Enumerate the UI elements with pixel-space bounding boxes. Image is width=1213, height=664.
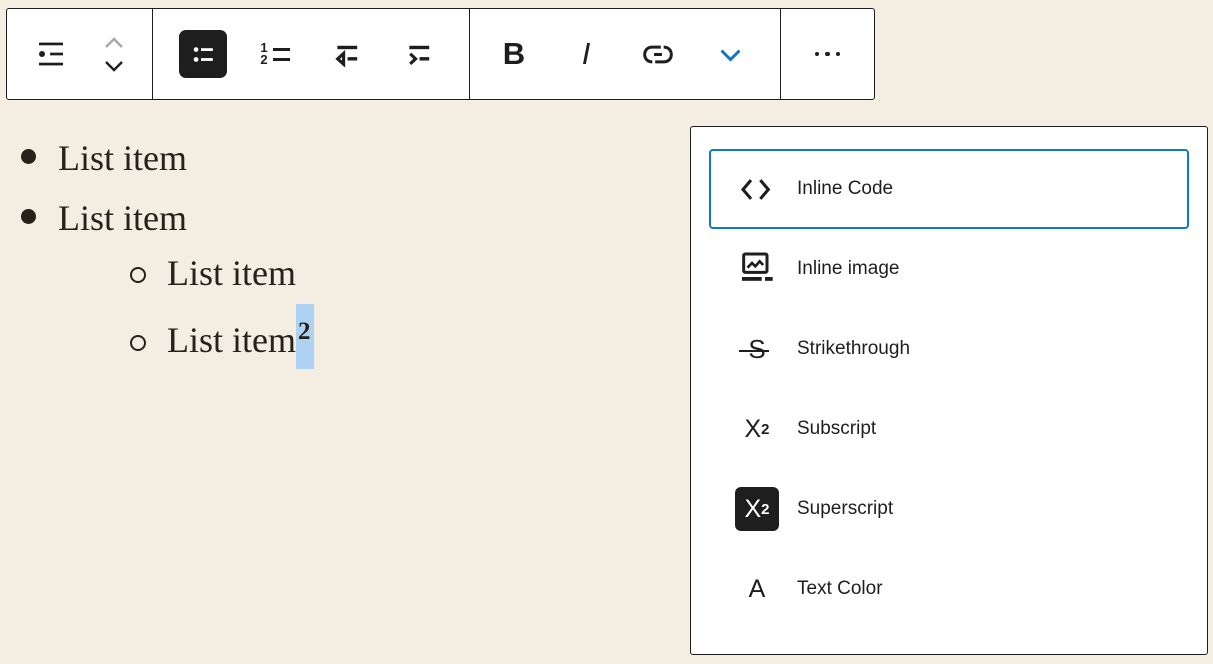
toolbar-group-inline-format: B I (470, 9, 781, 99)
list-item-text[interactable]: List item (58, 140, 187, 176)
ellipsis-icon (815, 52, 841, 57)
formats-dropdown-menu: Inline Code Inline image S Strikethrough… (690, 126, 1208, 655)
indent-icon (402, 41, 436, 67)
options-button[interactable] (792, 10, 864, 98)
numbered-list-icon: 1 2 (260, 42, 289, 66)
italic-icon: I (582, 36, 591, 72)
block-movers (92, 31, 136, 77)
list-bullet (21, 209, 36, 224)
nested-list-bullet (130, 267, 146, 283)
strikethrough-icon: S (735, 334, 779, 365)
nested-list-item-text[interactable]: List item2 (167, 322, 314, 358)
inline-code-icon (735, 176, 779, 203)
subscript-icon: X2 (735, 415, 779, 444)
bold-button[interactable]: B (478, 10, 550, 98)
numbered-list-button[interactable]: 1 2 (239, 10, 311, 98)
outdent-button[interactable] (311, 10, 383, 98)
italic-button[interactable]: I (550, 10, 622, 98)
nested-list-item-text[interactable]: List item (167, 255, 296, 291)
text-color-icon: A (735, 575, 779, 604)
block-toolbar: 1 2 (6, 8, 875, 100)
editor-canvas: 1 2 (0, 0, 1213, 664)
menu-item-label: Inline image (797, 258, 899, 280)
menu-item-subscript[interactable]: X2 Subscript (709, 389, 1189, 469)
list-item-text: List item (167, 320, 296, 360)
menu-item-label: Superscript (797, 498, 893, 520)
indent-button[interactable] (383, 10, 455, 98)
toolbar-group-options (781, 9, 874, 99)
list-item-text[interactable]: List item (58, 200, 187, 236)
menu-item-inline-image[interactable]: Inline image (709, 229, 1189, 309)
toolbar-group-block (7, 9, 153, 99)
menu-item-superscript[interactable]: X2 Superscript (709, 469, 1189, 549)
bulleted-list-icon (179, 30, 227, 78)
list-bullet (21, 149, 36, 164)
menu-item-label: Inline Code (797, 178, 893, 200)
menu-item-text-color[interactable]: A Text Color (709, 549, 1189, 629)
superscript-icon: X2 (735, 487, 779, 531)
move-up-button[interactable] (94, 31, 134, 53)
outdent-icon (330, 41, 364, 67)
list-block-icon (33, 36, 69, 72)
link-icon (641, 43, 675, 66)
chevron-up-icon (102, 35, 126, 50)
menu-item-label: Subscript (797, 418, 876, 440)
menu-item-label: Text Color (797, 578, 883, 600)
bulleted-list-button[interactable] (167, 10, 239, 98)
chevron-down-icon (717, 46, 744, 63)
menu-item-inline-code[interactable]: Inline Code (709, 149, 1189, 229)
nested-list-bullet (130, 335, 146, 351)
inline-image-icon (735, 249, 779, 289)
bold-icon: B (503, 36, 525, 72)
menu-item-label: Strikethrough (797, 338, 910, 360)
numbered-icon-digit-2: 2 (260, 54, 267, 66)
link-button[interactable] (622, 10, 694, 98)
menu-item-strikethrough[interactable]: S Strikethrough (709, 309, 1189, 389)
move-down-button[interactable] (94, 55, 134, 77)
selected-superscript-text[interactable]: 2 (296, 304, 314, 369)
list-block-button[interactable] (23, 10, 79, 98)
more-formats-dropdown-button[interactable] (694, 10, 766, 98)
toolbar-group-list: 1 2 (153, 9, 470, 99)
chevron-down-icon (102, 59, 126, 74)
